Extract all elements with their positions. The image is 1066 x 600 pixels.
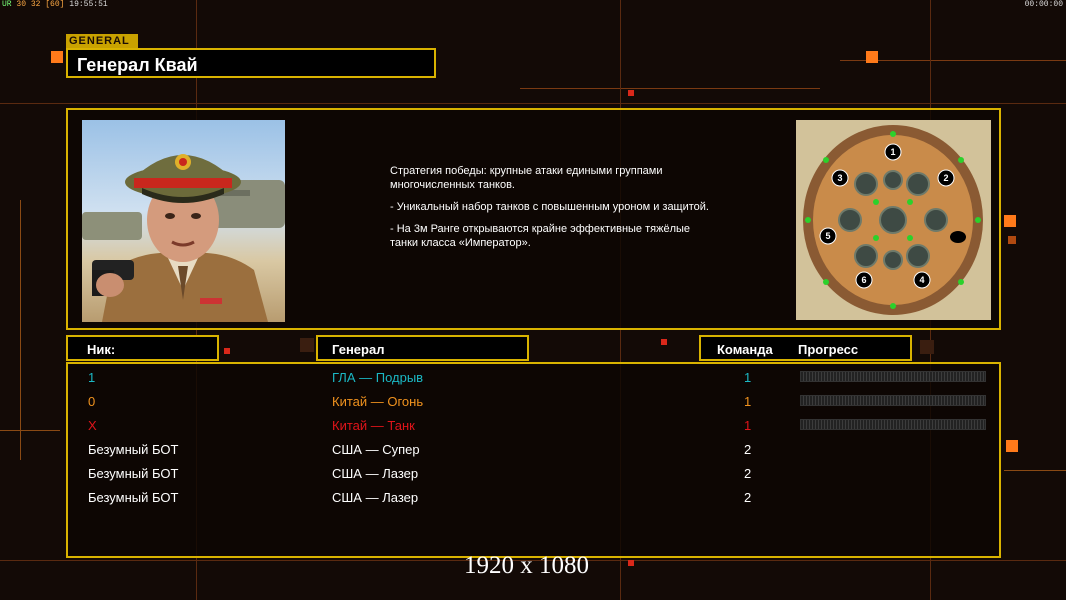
general-portrait-image [82,154,285,322]
player-general: США — Супер [332,442,420,457]
hud-timer: 00:00:00 [1024,0,1063,9]
player-nick: Безумный БОТ [88,466,179,481]
header-general: Генерал [316,335,529,361]
player-nick: 0 [88,394,96,409]
strategy-line: - Уникальный набор танков с повышенным у… [390,201,709,213]
player-general: США — Лазер [332,466,419,481]
player-team: 2 [744,442,752,457]
player-team: 1 [744,394,752,409]
strategy-description: Стратегия победы: крупные атаки едиными … [390,164,710,258]
header-team-label: Команда [717,342,773,357]
player-team: 1 [744,370,752,385]
player-row[interactable]: 1 ГЛА — Подрыв 1 [68,366,999,390]
player-progress-bar [800,371,986,382]
player-row[interactable]: Безумный БОТ США — Лазер 2 [68,462,999,486]
strategy-line: - На 3м Ранге открываются крайне эффекти… [390,223,691,249]
player-row[interactable]: Безумный БОТ США — Супер 2 [68,438,999,462]
map-spawn-label: 1 [890,147,895,157]
map-preview-image: 1 2 3 4 5 6 [796,120,991,320]
players-panel: 1 ГЛА — Подрыв 1 0 Китай — Огонь 1 X Китай — Та… [66,362,1001,558]
player-team: 2 [744,490,752,505]
player-nick: 1 [88,370,96,385]
hud-clock: 19:55:51 [69,0,108,9]
player-progress-bar [800,419,986,430]
map-spawn-label: 2 [943,173,948,183]
map-spawn-label: 4 [919,275,924,285]
general-name: Генерал Квай [77,55,198,75]
resolution-label: 1920 x 1080 [464,552,589,579]
player-row[interactable]: X Китай — Танк 1 [68,414,999,438]
header-team-progress: Команда Прогресс [699,335,912,361]
hud-fps: [60] [45,0,65,9]
player-general: Китай — Танк [332,418,415,433]
player-general: Китай — Огонь [332,394,424,409]
player-general: ГЛА — Подрыв [332,370,424,385]
map-spawn-label: 5 [825,231,830,241]
map-spawn-label: 3 [837,173,842,183]
general-name-box: Генерал Квай [66,48,436,78]
player-progress-bar [800,395,986,406]
hud-stats: UR 30 32 [60] 19:55:51 [2,0,108,9]
header-progress-label: Прогресс [798,342,859,357]
header-nick-label: Ник: [87,342,116,357]
player-general: США — Лазер [332,490,419,505]
hud-stat-values: 30 32 [16,0,41,9]
header-nick: Ник: [66,335,219,361]
player-row[interactable]: 0 Китай — Огонь 1 [68,390,999,414]
map-preview: 1 2 3 4 5 6 [796,120,991,320]
player-nick: X [88,418,97,433]
map-spawn-label: 6 [861,275,866,285]
player-nick: Безумный БОТ [88,490,179,505]
strategy-line: Стратегия победы: крупные атаки едиными … [390,165,663,191]
player-nick: Безумный БОТ [88,442,179,457]
player-row[interactable]: Безумный БОТ США — Лазер 2 [68,486,999,510]
player-team: 2 [744,466,752,481]
player-team: 1 [744,418,752,433]
general-portrait [82,120,285,322]
general-info-panel: Стратегия победы: крупные атаки едиными … [66,108,1001,330]
hud-stat-label: UR [2,0,12,9]
header-general-label: Генерал [332,342,385,357]
general-tag: GENERAL [66,34,138,48]
